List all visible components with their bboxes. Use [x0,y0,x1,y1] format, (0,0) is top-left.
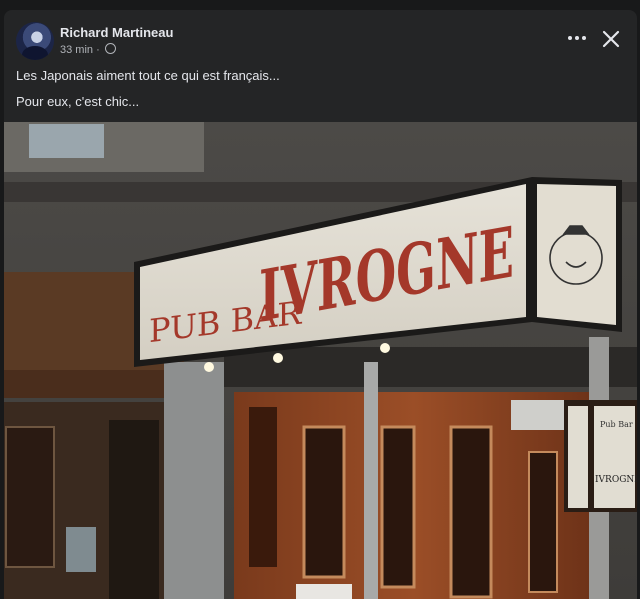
small-sign-pub-bar: Pub Bar [600,420,633,429]
post-header: Richard Martineau 33 min · [4,10,637,64]
avatar[interactable] [16,22,54,60]
post-text-line-1: Les Japonais aiment tout ce qui est fran… [16,68,280,83]
close-icon[interactable] [600,28,622,50]
globe-icon [104,43,116,54]
post-photo[interactable]: PUB BAR IVROGNE Pub Bar IVROGNE [4,122,637,599]
more-options-icon[interactable] [564,28,590,48]
meta-separator: · [96,44,100,56]
post-meta: 33 min · [60,43,116,56]
small-sign-ivrogne: IVROGNE [595,475,637,485]
post-time[interactable]: 33 min [60,44,93,56]
post-card: Richard Martineau 33 min · Les Japonais … [4,10,637,599]
author-name[interactable]: Richard Martineau [60,25,173,40]
post-text-line-2: Pour eux, c'est chic... [16,94,140,109]
